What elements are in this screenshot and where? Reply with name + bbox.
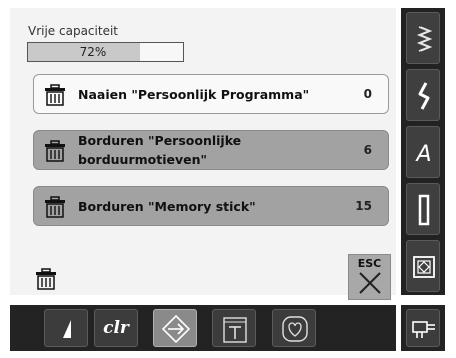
alphabet-icon: A [414, 142, 431, 167]
capacity-value: 72% [79, 45, 107, 59]
row-label: Naaien "Persoonlijk Programma" [78, 86, 310, 102]
favorite-icon [282, 316, 308, 342]
navigation-arrows-icon [161, 314, 191, 344]
trash-icon [45, 84, 65, 106]
svg-text:A: A [414, 142, 431, 167]
sidebar-buttonhole-button[interactable] [406, 183, 440, 235]
clear-icon: clr [103, 318, 129, 338]
clear-button[interactable]: clr [94, 309, 138, 347]
sidebar-alphabet-button[interactable]: A [406, 126, 440, 178]
sidebar-decorative-button[interactable] [406, 69, 440, 121]
esc-label: ESC [357, 257, 382, 270]
row-count: 6 [363, 143, 372, 157]
stitch-type-button[interactable] [212, 309, 256, 347]
buttonhole-icon [418, 194, 430, 226]
navigation-button[interactable] [153, 309, 197, 347]
row-memory-stick[interactable]: Borduren "Memory stick" 15 [33, 186, 389, 226]
row-count: 0 [363, 87, 372, 101]
row-label: Borduren "Memory stick" [78, 198, 256, 214]
close-icon [359, 272, 381, 294]
stitch-zigzag-icon [416, 26, 433, 52]
favorite-button[interactable] [272, 309, 316, 347]
right-sidebar: A [401, 8, 445, 295]
trash-icon [45, 196, 65, 218]
trash-icon [45, 140, 65, 162]
row-personal-embroidery[interactable]: Borduren "Persoonlijke borduurmotieven" … [33, 130, 389, 170]
personal-program-button[interactable] [406, 309, 440, 347]
row-personal-program[interactable]: Naaien "Persoonlijk Programma" 0 [33, 74, 389, 114]
capacity-bar: 72% [27, 42, 184, 62]
delete-all-trash-icon[interactable] [35, 268, 57, 290]
stitch-type-icon [223, 317, 247, 343]
capacity-label: Vrije capaciteit [28, 24, 118, 38]
row-label: Borduren "Persoonlijke borduurmotieven" [78, 133, 242, 167]
main-panel: Vrije capaciteit 72% Naaien "Persoonlijk… [10, 8, 396, 300]
needle-stop-icon [63, 320, 71, 338]
personal-program-icon [412, 321, 435, 338]
quilt-icon [413, 256, 435, 278]
sidebar-stitch-button[interactable] [406, 12, 440, 64]
bottom-toolbar: clr [10, 305, 396, 351]
decorative-stitch-icon [418, 82, 430, 110]
row-count: 15 [355, 199, 372, 213]
needle-stop-button[interactable] [44, 309, 88, 347]
esc-button[interactable]: ESC [348, 254, 391, 300]
personal-program-panel [401, 305, 445, 351]
sidebar-quilt-button[interactable] [406, 240, 440, 292]
